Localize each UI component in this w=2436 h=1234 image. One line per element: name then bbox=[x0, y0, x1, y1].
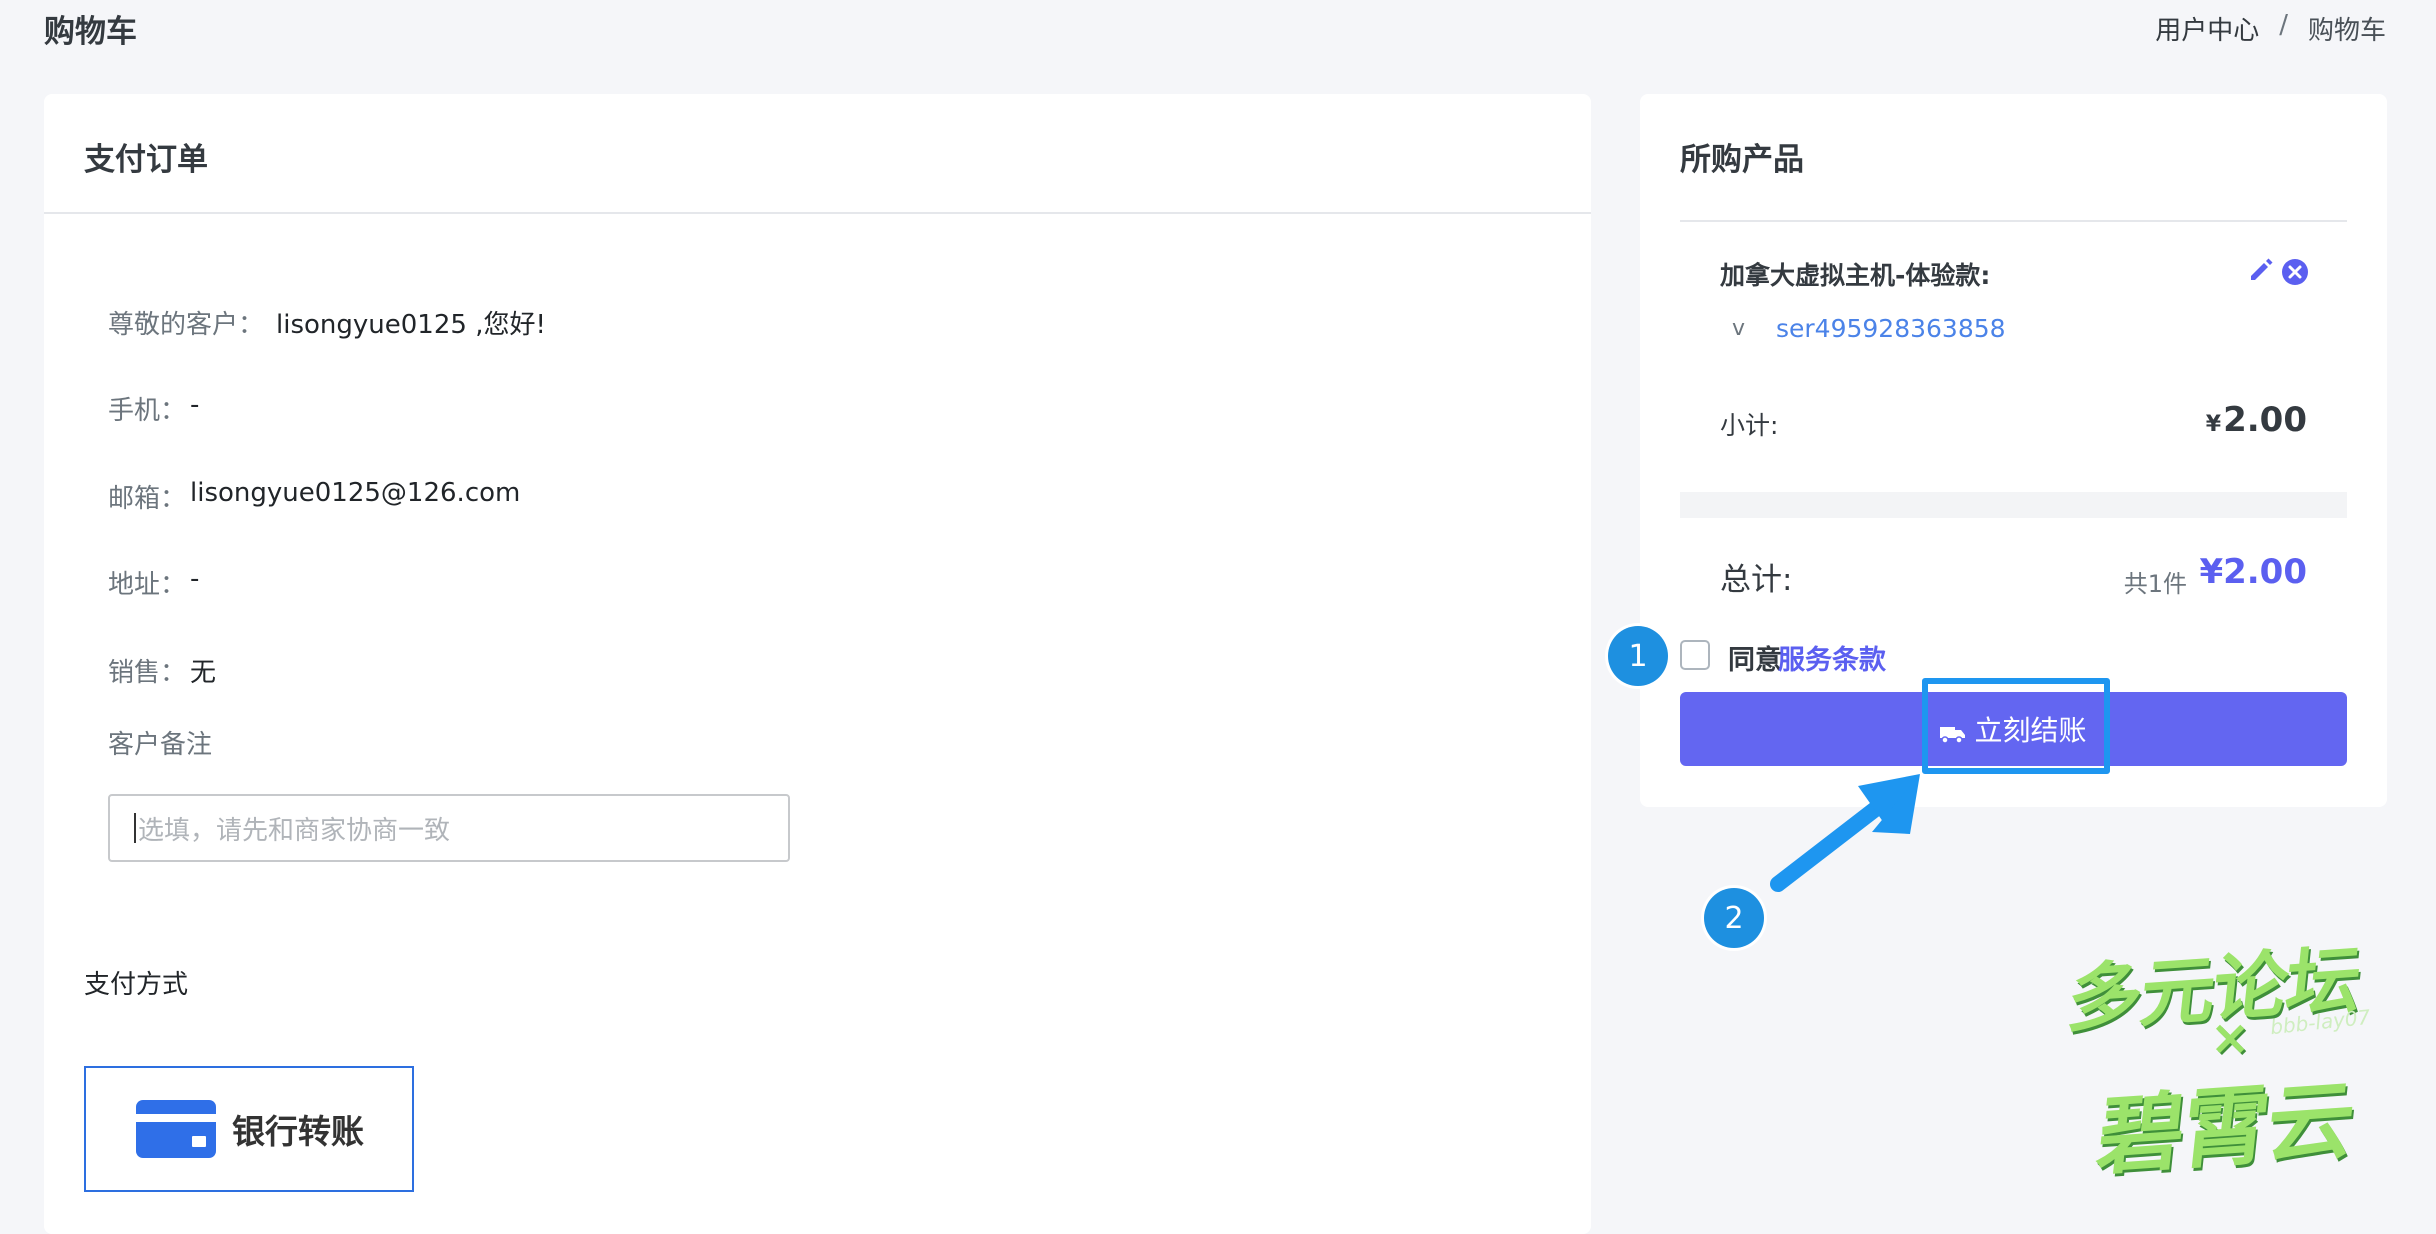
remark-label: 客户备注 bbox=[108, 730, 213, 760]
payment-order-card: 支付订单 尊敬的客户： lisongyue0125 ,您好! 手机： - 邮箱：… bbox=[44, 94, 1591, 1234]
payment-method-title: 支付方式 bbox=[84, 970, 189, 1000]
checkout-highlight-box bbox=[1922, 678, 2110, 774]
remark-placeholder: 选填，请先和商家协商一致 bbox=[138, 815, 451, 846]
cart-divider bbox=[1680, 220, 2347, 222]
sales-value: 无 bbox=[190, 658, 217, 688]
close-circle-icon[interactable] bbox=[2281, 258, 2309, 286]
text-caret bbox=[134, 813, 136, 843]
breadcrumb: 用户中心 / 购物车 bbox=[2155, 10, 2386, 47]
email-value: lisongyue0125@126.com bbox=[190, 478, 521, 508]
watermark-logo: 多元论坛 × bbb-lay07 碧霄云 bbox=[2060, 930, 2400, 1190]
phone-row: 手机： - bbox=[108, 390, 199, 427]
customer-row: 尊敬的客户： lisongyue0125 ,您好! bbox=[108, 304, 546, 341]
step-2-badge: 2 bbox=[1704, 888, 1764, 948]
address-row: 地址： - bbox=[108, 564, 199, 601]
service-id-link[interactable]: ser495928363858 bbox=[1776, 314, 2006, 343]
breadcrumb-user-center[interactable]: 用户中心 bbox=[2155, 10, 2259, 47]
cart-card-title: 所购产品 bbox=[1680, 142, 1804, 178]
pencil-icon[interactable] bbox=[2247, 256, 2275, 284]
subtotal-value: ¥ 2.00 bbox=[2206, 400, 2307, 440]
total-label: 总计: bbox=[1720, 562, 1793, 598]
subtotal-label: 小计: bbox=[1720, 411, 1779, 440]
email-label: 邮箱： bbox=[108, 484, 187, 514]
customer-value: lisongyue0125 ,您好! bbox=[276, 310, 546, 340]
remark-input[interactable]: 选填，请先和商家协商一致 bbox=[108, 794, 790, 862]
watermark-line2: 碧霄云 bbox=[2092, 1070, 2358, 1188]
order-card-divider bbox=[44, 212, 1591, 214]
order-card-title: 支付订单 bbox=[84, 142, 208, 178]
subtotal-amount: 2.00 bbox=[2223, 400, 2307, 440]
total-value: ¥2.00 bbox=[2199, 552, 2307, 592]
page-title: 购物车 bbox=[44, 14, 137, 50]
phone-value: - bbox=[190, 390, 200, 420]
step-1-badge: 1 bbox=[1608, 626, 1668, 686]
phone-label: 手机： bbox=[108, 396, 187, 426]
address-value: - bbox=[190, 564, 200, 594]
agree-terms-checkbox[interactable] bbox=[1680, 640, 1710, 670]
terms-of-service-link[interactable]: 服务条款 bbox=[1778, 638, 1886, 677]
email-row: 邮箱： lisongyue0125@126.com bbox=[108, 478, 520, 515]
address-label: 地址： bbox=[108, 570, 187, 600]
agree-label: 同意 bbox=[1728, 645, 1782, 676]
sales-row: 销售： 无 bbox=[108, 652, 216, 689]
payment-option-bank-transfer[interactable]: 银行转账 bbox=[84, 1066, 414, 1192]
chevron-down-icon[interactable]: v bbox=[1732, 316, 1745, 341]
sales-label: 销售： bbox=[108, 658, 187, 688]
payment-option-label: 银行转账 bbox=[232, 1112, 364, 1151]
subtotal-currency: ¥ bbox=[2205, 412, 2222, 437]
total-count: 共1件 bbox=[2123, 570, 2187, 598]
pointer-arrow-icon bbox=[1770, 774, 1920, 892]
breadcrumb-separator: / bbox=[2279, 10, 2288, 40]
breadcrumb-current: 购物车 bbox=[2307, 16, 2386, 46]
section-separator bbox=[1680, 492, 2347, 518]
credit-card-icon bbox=[136, 1100, 216, 1158]
customer-label: 尊敬的客户： bbox=[108, 310, 265, 340]
product-name: 加拿大虚拟主机-体验款: bbox=[1720, 261, 1991, 290]
